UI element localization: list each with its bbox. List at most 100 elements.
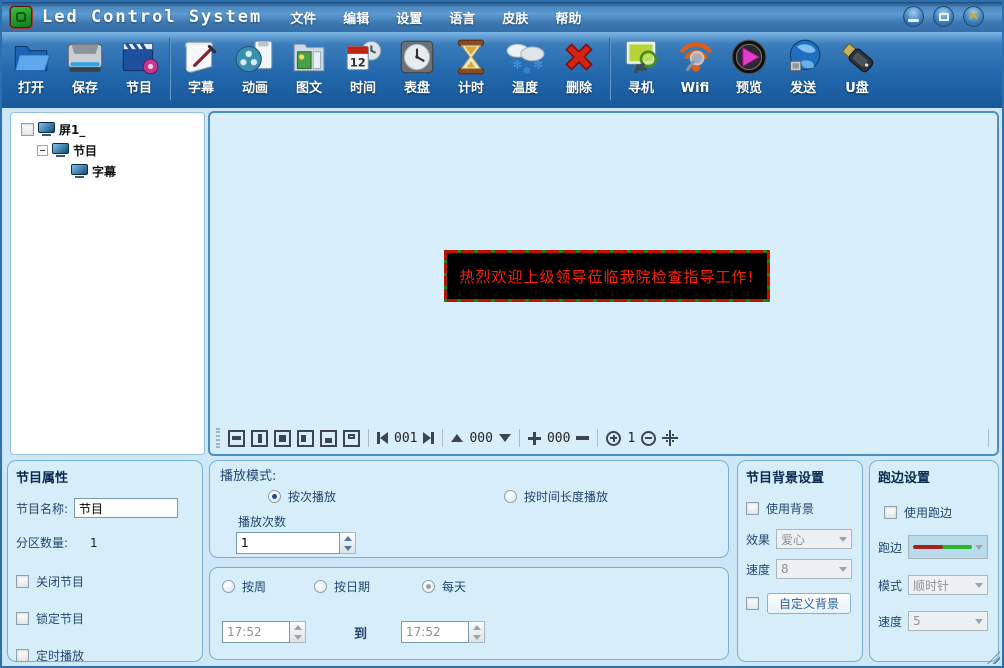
border-speed-dropdown[interactable]: 5 (908, 611, 988, 631)
maximize-button[interactable] (933, 6, 954, 27)
by-date-option[interactable]: 按日期 (314, 578, 370, 595)
schedule-panel: 按周 按日期 每天 到 (209, 567, 729, 660)
window-controls: ✕ (903, 6, 984, 27)
led-display[interactable]: 热烈欢迎上级领导莅临我院检查指导工作! (444, 250, 770, 302)
custom-background-checkbox[interactable] (746, 597, 759, 610)
tree-item-subtitle[interactable]: 字幕 (15, 161, 200, 181)
toolbar-dial-button[interactable]: 表盘 (390, 34, 444, 104)
align-center-button[interactable] (274, 430, 291, 447)
animation-reel-icon (233, 34, 277, 80)
toolbar-usb-button[interactable]: U盘 (830, 34, 884, 104)
play-by-duration-option[interactable]: 按时间长度播放 (504, 488, 608, 505)
daily-radio[interactable] (422, 580, 435, 593)
toolbar-open-button[interactable]: 打开 (4, 34, 58, 104)
program-properties-panel: 节目属性 节目名称: 分区数量: 1 关闭节目 锁定节目 定时播放 (7, 460, 203, 662)
timed-play-checkbox[interactable] (16, 649, 29, 662)
program-name-input[interactable] (74, 498, 178, 518)
border-settings-panel: 跑边设置 使用跑边 跑边 模式 顺时针 速度 5 (869, 460, 999, 662)
toolbar-graphics-button[interactable]: 图文 (282, 34, 336, 104)
toolbar-preview-button[interactable]: 预览 (722, 34, 776, 104)
play-by-duration-radio[interactable] (504, 490, 517, 503)
time-from-spinner[interactable] (290, 621, 306, 643)
bg-speed-dropdown[interactable]: 8 (776, 559, 852, 579)
close-button[interactable]: ✕ (963, 6, 984, 27)
graphics-folder-icon (287, 34, 331, 80)
zoom-out-button[interactable] (641, 431, 656, 446)
svg-text:✻: ✻ (533, 58, 543, 72)
minimize-button[interactable] (903, 6, 924, 27)
use-border-checkbox[interactable] (884, 506, 897, 519)
toolbar-group-content: 字幕 动画 图文 12 时间 (174, 34, 606, 104)
effect-dropdown[interactable]: 爱心 (776, 529, 852, 549)
subtitle-node-icon (71, 164, 88, 178)
background-settings-panel: 节目背景设置 使用背景 效果 爱心 速度 8 自定义背景 (737, 460, 863, 662)
toolbar-time-button[interactable]: 12 时间 (336, 34, 390, 104)
collapse-expander-icon[interactable] (37, 145, 48, 156)
use-background-checkbox[interactable] (746, 502, 759, 515)
preview-canvas[interactable]: 热烈欢迎上级领导莅临我院检查指导工作! 001 000 000 1 (208, 111, 999, 456)
border-style-dropdown[interactable] (908, 535, 988, 559)
menu-language[interactable]: 语言 (449, 8, 475, 27)
toolbar-find-device-button[interactable]: 寻机 (614, 34, 668, 104)
time-to-spinner[interactable] (469, 621, 485, 643)
tree-item-program[interactable]: 节目 (15, 140, 200, 160)
toolbar-timer-button[interactable]: 计时 (444, 34, 498, 104)
custom-background-button[interactable]: 自定义背景 (767, 593, 851, 614)
play-mode-panel: 播放模式: 按次播放 按时间长度播放 播放次数 (209, 460, 729, 558)
menu-skin[interactable]: 皮肤 (502, 8, 528, 27)
decrease-button[interactable] (576, 436, 589, 440)
toolbar-delete-button[interactable]: 删除 (552, 34, 606, 104)
play-mode-title: 播放模式: (220, 465, 718, 484)
spin-down-icon (344, 546, 352, 551)
last-frame-button[interactable] (423, 432, 434, 444)
menu-file[interactable]: 文件 (290, 8, 316, 27)
border-mode-dropdown[interactable]: 顺时针 (908, 575, 988, 595)
by-date-radio[interactable] (314, 580, 327, 593)
align-top-button[interactable] (343, 430, 360, 447)
toolbar-temperature-button[interactable]: ✻✻✻ 温度 (498, 34, 552, 104)
screen-tree-panel: 屏1_ 节目 字幕 (10, 112, 205, 455)
time-from-input[interactable] (222, 621, 290, 643)
temperature-cloud-icon: ✻✻✻ (503, 34, 547, 80)
toolbar-animation-button[interactable]: 动画 (228, 34, 282, 104)
lock-program-row: 锁定节目 (16, 610, 194, 627)
move-up-button[interactable] (451, 434, 463, 442)
play-by-count-option[interactable]: 按次播放 (268, 488, 336, 505)
daily-option[interactable]: 每天 (422, 578, 466, 595)
play-count-label: 播放次数 (238, 513, 718, 530)
play-count-spinner[interactable] (340, 532, 356, 554)
weekly-radio[interactable] (222, 580, 235, 593)
move-down-button[interactable] (499, 434, 511, 442)
increase-button[interactable] (528, 432, 541, 445)
toolbar-grip-handle[interactable] (216, 428, 220, 448)
align-middle-horizontal-button[interactable] (228, 430, 245, 447)
align-center-vertical-button[interactable] (251, 430, 268, 447)
menu-help[interactable]: 帮助 (555, 8, 581, 27)
time-to-input[interactable] (401, 621, 469, 643)
menu-settings[interactable]: 设置 (396, 8, 422, 27)
bg-speed-label: 速度 (746, 561, 770, 578)
play-count-input[interactable] (236, 532, 340, 554)
close-program-checkbox[interactable] (16, 575, 29, 588)
subtitle-scroll-icon (179, 34, 223, 80)
program-clapper-icon (117, 34, 161, 80)
screen1-checkbox[interactable] (21, 123, 34, 136)
play-by-count-radio[interactable] (268, 490, 281, 503)
toolbar-wifi-button[interactable]: Wifi (668, 34, 722, 104)
first-frame-button[interactable] (377, 432, 388, 444)
align-bottom-button[interactable] (320, 430, 337, 447)
toolbar-save-button[interactable]: 保存 (58, 34, 112, 104)
menu-edit[interactable]: 编辑 (343, 8, 369, 27)
menubar: 文件 编辑 设置 语言 皮肤 帮助 (290, 8, 581, 27)
toolbar-send-button[interactable]: 发送 (776, 34, 830, 104)
toolbar-separator (597, 429, 598, 447)
align-left-button[interactable] (297, 430, 314, 447)
lock-program-checkbox[interactable] (16, 612, 29, 625)
fit-to-screen-button[interactable] (662, 430, 678, 446)
tree-item-screen1[interactable]: 屏1_ (15, 119, 200, 139)
toolbar-subtitle-button[interactable]: 字幕 (174, 34, 228, 104)
toolbar-program-button[interactable]: 节目 (112, 34, 166, 104)
minimize-icon (908, 19, 919, 22)
zoom-in-button[interactable] (606, 431, 621, 446)
weekly-option[interactable]: 按周 (222, 578, 266, 595)
